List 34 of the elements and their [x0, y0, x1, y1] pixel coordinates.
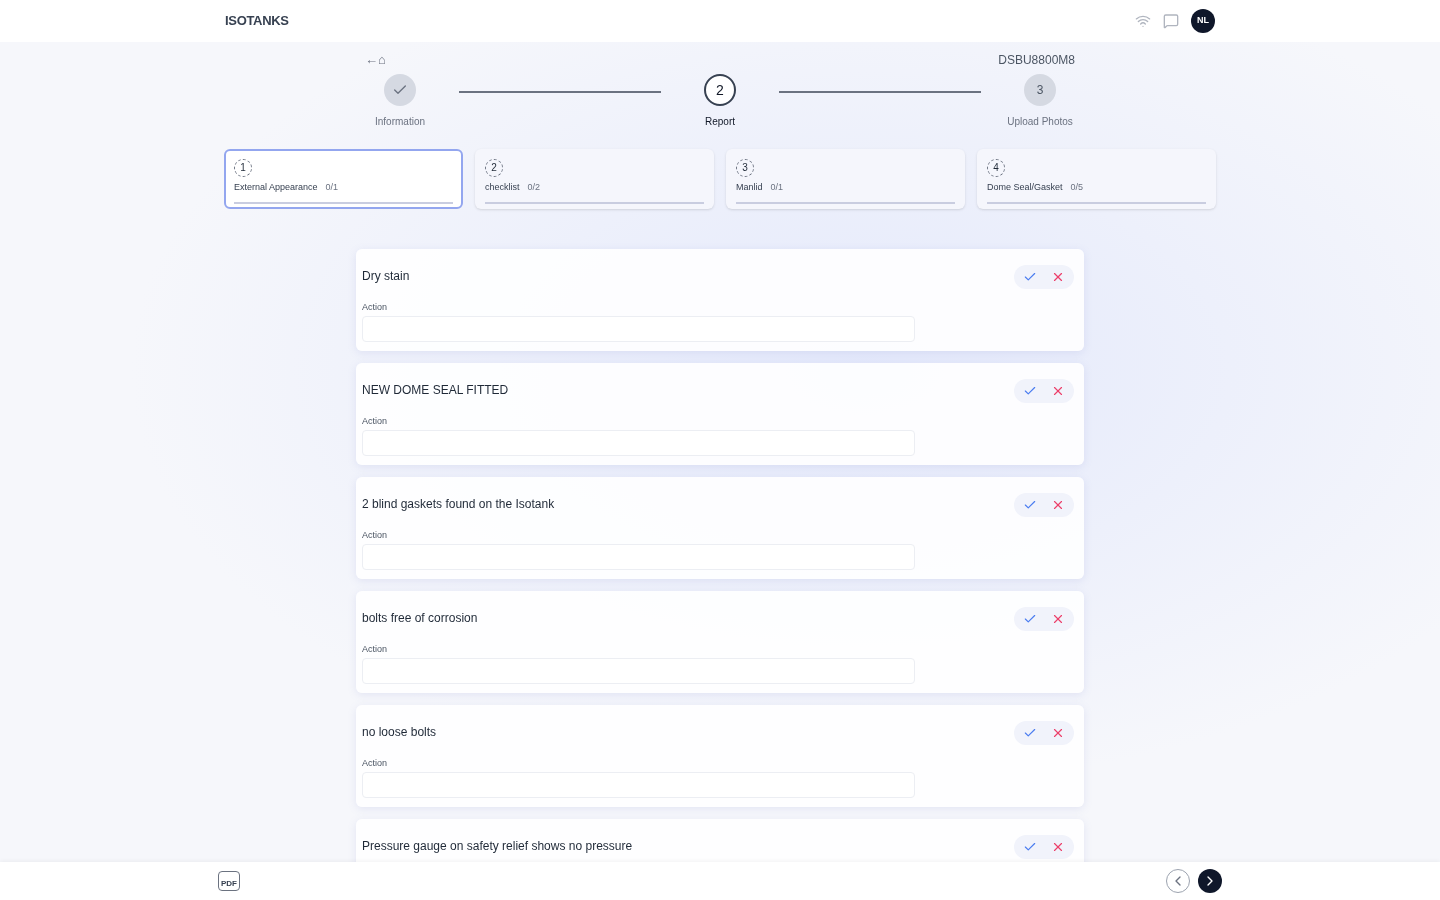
item-title: Dry stain — [362, 268, 410, 283]
tab-label: Manlid — [736, 180, 763, 194]
item-title: NEW DOME SEAL FITTED — [362, 382, 509, 397]
tab-count: 0/1 — [325, 180, 339, 194]
tab-count: 0/2 — [527, 180, 541, 194]
tab-count: 0/1 — [770, 180, 784, 194]
field-label: Action — [362, 642, 388, 656]
user-avatar[interactable]: NL — [1191, 9, 1215, 33]
tab-label: Dome Seal/Gasket — [987, 180, 1063, 194]
logo[interactable]: ISOTANKS — [225, 11, 289, 31]
step-label: Upload Photos — [1007, 114, 1073, 129]
pdf-button[interactable]: PDF — [218, 871, 240, 891]
step-label: Information — [375, 114, 425, 129]
item-title: bolts free of corrosion — [362, 610, 478, 625]
field-label: Action — [362, 300, 388, 314]
section-tab[interactable]: 4 Dome Seal/Gasket 0/5 — [977, 148, 1216, 209]
tab-label: checklist — [485, 180, 520, 194]
field-label: Action — [362, 414, 388, 428]
step-label: Report — [705, 114, 735, 129]
item-title: Pressure gauge on safety relief shows no pressure — [362, 838, 633, 853]
item-title: no loose bolts — [362, 724, 437, 739]
chat-icon[interactable] — [1163, 13, 1179, 29]
tab-label: External Appearance — [234, 180, 318, 194]
field-label: Action — [362, 528, 388, 542]
field-label: Action — [362, 756, 388, 770]
section-tab[interactable]: 3 Manlid 0/1 — [726, 148, 965, 209]
item-title: 2 blind gaskets found on the Isotank — [362, 496, 555, 511]
wifi-icon[interactable] — [1135, 13, 1151, 29]
section-tab[interactable]: 1 External Appearance 0/1 — [224, 148, 463, 209]
next-button[interactable] — [1198, 869, 1222, 893]
tab-count: 0/5 — [1070, 180, 1084, 194]
back-link[interactable]: ←⌂ — [365, 50, 386, 70]
section-tab[interactable]: 2 checklist 0/2 — [475, 148, 714, 209]
container-id: DSBU8800M8 — [998, 51, 1075, 69]
